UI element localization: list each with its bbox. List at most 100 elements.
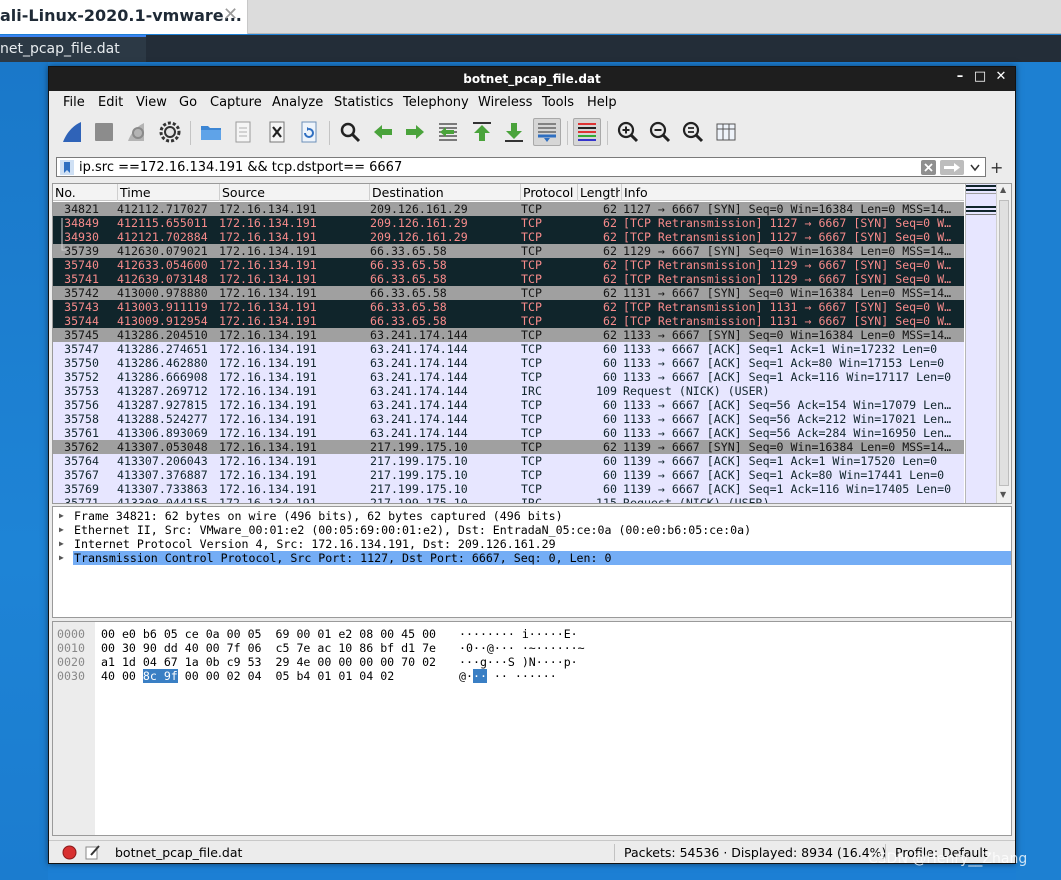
menu-edit[interactable]: Edit [98, 95, 123, 110]
packet-row[interactable]: 35769 413307.733863 172.16.134.191 217.199.… [53, 482, 964, 496]
packet-row[interactable]: 35764 413307.206043 172.16.134.191 217.199.… [53, 454, 964, 468]
packet-row[interactable]: 35744 413009.912954 172.16.134.191 66.33.65… [53, 314, 964, 328]
detail-row-ethernet[interactable]: ▶ Ethernet II, Src: VMware_00:01:e2 (00:… [53, 523, 1011, 537]
last-packet-icon[interactable] [500, 118, 528, 146]
packet-row[interactable]: 35762 413307.053048 172.16.134.191 217.199.… [53, 440, 964, 454]
packet-row[interactable]: 35761 413306.893069 172.16.134.191 63.241.1… [53, 426, 964, 440]
expand-arrow-icon[interactable]: ▶ [59, 509, 64, 523]
close-icon[interactable]: ✕ [992, 69, 1010, 84]
packet-row[interactable]: 35741 412639.073148 172.16.134.191 66.33.65… [53, 272, 964, 286]
go-to-packet-icon[interactable] [434, 118, 462, 146]
folder-open-icon[interactable] [197, 118, 225, 146]
apply-filter-icon[interactable] [940, 160, 964, 179]
menu-file[interactable]: File [63, 95, 85, 110]
column-divider[interactable] [117, 184, 118, 201]
packet-row[interactable]: 35767 413307.376887 172.16.134.191 217.199.… [53, 468, 964, 482]
scroll-up-icon[interactable]: ▲ [1000, 185, 1006, 194]
display-filter-input[interactable]: ip.src ==172.16.134.191 && tcp.dstport==… [56, 157, 986, 177]
menu-telephony[interactable]: Telephony [403, 95, 469, 110]
packet-row[interactable]: 35752 413286.666908 172.16.134.191 63.241.1… [53, 370, 964, 384]
packet-row[interactable]: 35742 413000.978880 172.16.134.191 66.33.65… [53, 286, 964, 300]
close-file-icon[interactable] [263, 118, 291, 146]
column-header-info[interactable]: Info [624, 185, 648, 200]
menu-tools[interactable]: Tools [542, 95, 574, 110]
menu-capture[interactable]: Capture [210, 95, 262, 110]
column-header-protocol[interactable]: Protocol [523, 185, 573, 200]
packet-row[interactable]: 35758 413288.524277 172.16.134.191 63.241.1… [53, 412, 964, 426]
zoom-in-icon[interactable] [614, 118, 642, 146]
byte-ascii-row-highlighted[interactable]: @··· ·· ······ [459, 669, 557, 683]
menu-wireless[interactable]: Wireless [478, 95, 532, 110]
menu-go[interactable]: Go [179, 95, 197, 110]
detail-row-tcp[interactable]: ▶ Transmission Control Protocol, Src Por… [59, 551, 1011, 565]
column-divider[interactable] [520, 184, 521, 201]
column-header-time[interactable]: Time [120, 185, 151, 200]
menu-help[interactable]: Help [587, 95, 617, 110]
add-filter-button[interactable]: + [990, 158, 1003, 177]
reload-icon[interactable] [295, 118, 323, 146]
detail-row-frame[interactable]: ▶ Frame 34821: 62 bytes on wire (496 bit… [53, 509, 1011, 523]
vm-tab[interactable]: ali-Linux-2020.1-vmware... ✕ [0, 0, 248, 34]
column-header-length[interactable]: Length [580, 185, 620, 200]
capture-status-icon[interactable] [62, 845, 77, 864]
column-divider[interactable] [577, 184, 578, 201]
packet-row[interactable]: 34930 412121.702884 172.16.134.191 209.126.… [53, 230, 964, 244]
stop-icon[interactable] [90, 118, 118, 146]
column-header-source[interactable]: Source [222, 185, 265, 200]
packet-row[interactable]: 34849 412115.655011 172.16.134.191 209.126.… [53, 216, 964, 230]
zoom-reset-icon[interactable] [679, 118, 707, 146]
packet-list[interactable]: No. Time Source Destination Protocol Len… [52, 183, 1012, 504]
byte-ascii-row[interactable]: ········ i·····E· [459, 627, 578, 641]
edit-comment-icon[interactable] [85, 844, 101, 864]
resize-columns-icon[interactable] [712, 118, 740, 146]
packet-row[interactable]: 35747 413286.274651 172.16.134.191 63.241.1… [53, 342, 964, 356]
autoscroll-icon[interactable] [533, 118, 561, 146]
packet-row[interactable]: 35739 412630.079021 172.16.134.191 66.33.65… [53, 244, 964, 258]
arrow-left-icon[interactable] [369, 118, 397, 146]
gear-icon[interactable] [156, 118, 184, 146]
column-header-destination[interactable]: Destination [372, 185, 444, 200]
expand-arrow-icon[interactable]: ▶ [59, 537, 64, 551]
packet-minimap[interactable] [965, 184, 997, 503]
packet-row[interactable]: 34821 412112.717027 172.16.134.191 209.126.… [53, 202, 964, 216]
maximize-icon[interactable]: □ [971, 69, 989, 84]
minimize-icon[interactable]: – [951, 69, 969, 84]
byte-hex-row-highlighted[interactable]: 40 00 8c 9f 00 00 02 04 05 b4 01 01 04 0… [101, 669, 394, 683]
expand-arrow-icon[interactable]: ▶ [59, 523, 64, 537]
byte-hex-row[interactable]: a1 1d 04 67 1a 0b c9 53 29 4e 00 00 00 0… [101, 655, 436, 669]
first-packet-icon[interactable] [468, 118, 496, 146]
byte-ascii-row[interactable]: ···g···S )N····p· [459, 655, 578, 669]
packet-row[interactable]: 35743 413003.911119 172.16.134.191 66.33.65… [53, 300, 964, 314]
zoom-out-icon[interactable] [646, 118, 674, 146]
scrollbar-thumb[interactable] [999, 200, 1009, 486]
packet-row[interactable]: 35740 412633.054600 172.16.134.191 66.33.65… [53, 258, 964, 272]
byte-hex-row[interactable]: 00 e0 b6 05 ce 0a 00 05 69 00 01 e2 08 0… [101, 627, 436, 641]
menu-view[interactable]: View [136, 95, 167, 110]
column-divider[interactable] [621, 184, 622, 201]
column-divider[interactable] [369, 184, 370, 201]
restart-icon[interactable] [122, 118, 150, 146]
packet-row[interactable]: 35753 413287.269712 172.16.134.191 63.241.1… [53, 384, 964, 398]
search-icon[interactable] [336, 118, 364, 146]
column-divider[interactable] [219, 184, 220, 201]
packet-list-scrollbar[interactable]: ▲ ▼ [996, 184, 1011, 503]
window-titlebar[interactable]: botnet_pcap_file.dat – □ ✕ [49, 67, 1015, 91]
detail-row-ipv4[interactable]: ▶ Internet Protocol Version 4, Src: 172.… [53, 537, 1011, 551]
menu-analyze[interactable]: Analyze [272, 95, 323, 110]
arrow-right-icon[interactable] [401, 118, 429, 146]
save-file-icon[interactable] [229, 118, 257, 146]
shark-fin-icon[interactable] [58, 118, 86, 146]
byte-hex-row[interactable]: 00 30 90 dd 40 00 7f 06 c5 7e ac 10 86 b… [101, 641, 436, 655]
column-header-no[interactable]: No. [55, 185, 76, 200]
close-icon[interactable]: ✕ [223, 4, 238, 25]
packet-row[interactable]: 35756 413287.927815 172.16.134.191 63.241.1… [53, 398, 964, 412]
byte-ascii-row[interactable]: ·0··@··· ·~······~ [459, 641, 585, 655]
packet-row[interactable]: 35750 413286.462880 172.16.134.191 63.241.1… [53, 356, 964, 370]
packet-row[interactable]: 35771 413308.044155 172.16.134.191 217.199.… [53, 496, 964, 503]
bookmark-icon[interactable] [60, 160, 74, 179]
expand-arrow-icon[interactable]: ▶ [59, 551, 64, 565]
menu-statistics[interactable]: Statistics [334, 95, 393, 110]
scroll-down-icon[interactable]: ▼ [1000, 490, 1006, 499]
colorize-icon[interactable] [573, 118, 601, 146]
clear-filter-icon[interactable] [921, 160, 936, 179]
